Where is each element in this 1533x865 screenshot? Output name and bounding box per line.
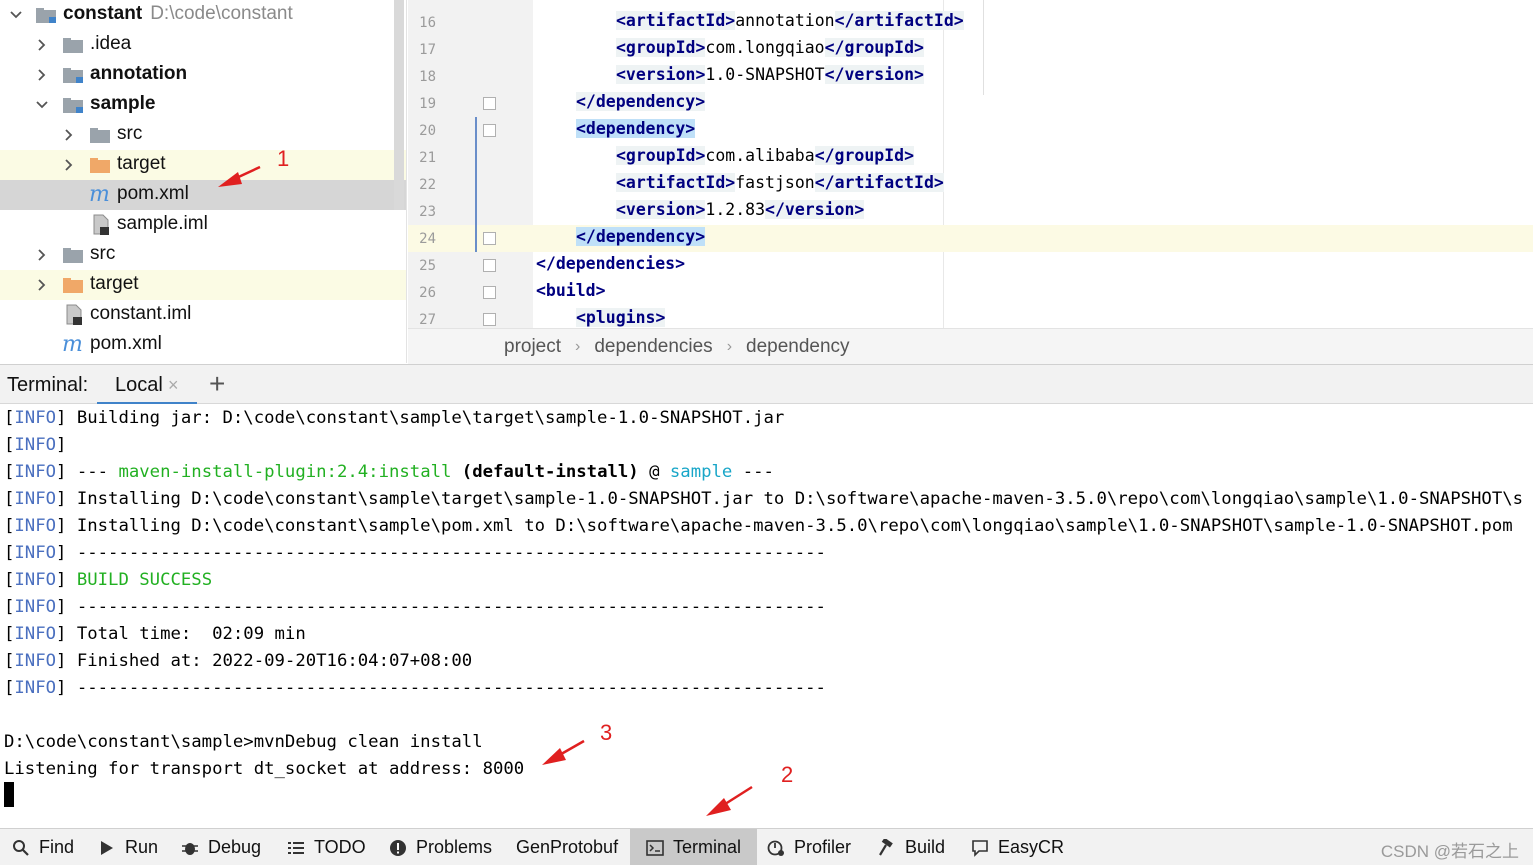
profiler-button[interactable]: Profiler: [767, 829, 851, 865]
button-label: GenProtobuf: [516, 837, 619, 857]
button-label: TODO: [314, 837, 366, 857]
easycr-button[interactable]: EasyCR: [971, 829, 1064, 865]
list-icon: [287, 839, 305, 857]
todo-button[interactable]: TODO: [287, 829, 366, 865]
info-icon: [389, 839, 407, 857]
run-icon: [98, 839, 116, 857]
profiler-icon: [767, 839, 785, 857]
genprotobuf-button[interactable]: GenProtobuf: [516, 829, 618, 865]
find-button[interactable]: Find: [12, 829, 74, 865]
button-label: Problems: [416, 837, 493, 857]
button-label: Run: [125, 837, 159, 857]
annotation-number: 2: [781, 762, 794, 787]
arrow-3-icon: [542, 739, 585, 765]
button-label: Profiler: [794, 837, 852, 857]
button-label: Build: [905, 837, 946, 857]
debug-button[interactable]: Debug: [181, 829, 261, 865]
terminal-button[interactable]: Terminal: [630, 829, 758, 865]
run-button[interactable]: Run: [98, 829, 158, 865]
arrow-2-icon: [706, 785, 753, 816]
bottom-toolbar: Find Run Debug TODO Problems GenProtobuf…: [0, 828, 1533, 865]
terminal-icon: [646, 839, 664, 857]
annotation-arrows: [218, 165, 753, 816]
button-label: Terminal: [673, 837, 742, 857]
annotation-number: 1: [277, 146, 290, 171]
watermark-text: CSDN @若石之上: [1380, 842, 1519, 861]
button-label: Find: [39, 837, 75, 857]
build-button[interactable]: Build: [878, 829, 945, 865]
problems-button[interactable]: Problems: [389, 829, 492, 865]
button-label: EasyCR: [998, 837, 1065, 857]
arrow-1-icon: [218, 165, 261, 187]
hammer-icon: [878, 837, 896, 857]
ide-window: constant D:\code\constant .idea annotatio…: [0, 0, 1533, 865]
annotation-number: 3: [600, 720, 613, 745]
button-label: Debug: [208, 837, 262, 857]
comment-icon: [971, 839, 989, 857]
bug-icon: [181, 839, 199, 857]
search-icon: [12, 839, 30, 857]
